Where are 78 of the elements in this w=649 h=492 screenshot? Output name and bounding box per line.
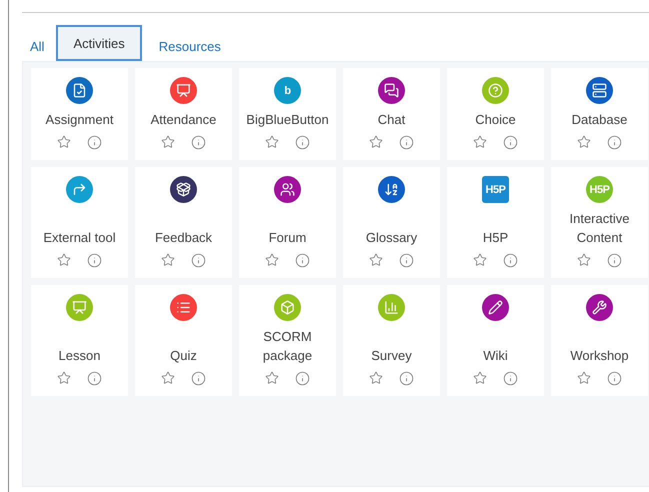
module-card[interactable]: Workshop bbox=[551, 285, 648, 396]
module-name: SCORM package bbox=[262, 328, 314, 365]
star-icon[interactable] bbox=[57, 135, 71, 150]
module-card[interactable]: Database bbox=[551, 68, 648, 160]
star-icon[interactable] bbox=[57, 371, 71, 386]
star-icon[interactable] bbox=[473, 253, 487, 268]
module-name: BigBlueButton bbox=[246, 111, 329, 129]
module-name: Quiz bbox=[170, 347, 197, 365]
module-name: Forum bbox=[268, 229, 306, 247]
tab[interactable]: Resources bbox=[142, 31, 238, 61]
info-icon[interactable] bbox=[295, 253, 310, 268]
module-name: Interactive Content bbox=[568, 210, 630, 247]
module-card[interactable]: Lesson bbox=[31, 285, 128, 396]
info-icon[interactable] bbox=[503, 135, 518, 150]
module-name: Attendance bbox=[150, 111, 216, 129]
module-card[interactable]: Feedback bbox=[135, 167, 232, 278]
star-icon[interactable] bbox=[265, 253, 279, 268]
info-icon[interactable] bbox=[295, 135, 310, 150]
info-icon[interactable] bbox=[399, 135, 414, 150]
module-name: Choice bbox=[475, 111, 516, 129]
module-card[interactable]: Attendance bbox=[135, 68, 232, 160]
module-name: Feedback bbox=[154, 229, 212, 247]
module-name: Lesson bbox=[58, 347, 100, 365]
info-icon[interactable] bbox=[87, 371, 102, 386]
star-icon[interactable] bbox=[161, 135, 175, 150]
module-name: Survey bbox=[371, 347, 412, 365]
module-card[interactable]: b BigBlueButton bbox=[239, 68, 336, 160]
star-icon[interactable] bbox=[265, 371, 279, 386]
star-icon[interactable] bbox=[369, 371, 383, 386]
module-card[interactable]: SCORM package bbox=[239, 285, 336, 396]
module-name: Assignment bbox=[46, 111, 114, 129]
info-icon[interactable] bbox=[607, 253, 622, 268]
star-icon[interactable] bbox=[369, 253, 383, 268]
star-icon[interactable] bbox=[369, 135, 383, 150]
logo-icon: H5P bbox=[482, 176, 509, 203]
star-icon[interactable] bbox=[57, 253, 71, 268]
module-card[interactable]: Wiki bbox=[447, 285, 544, 396]
tab[interactable]: Activities bbox=[56, 25, 142, 61]
info-icon[interactable] bbox=[399, 253, 414, 268]
module-name: Wiki bbox=[483, 347, 508, 365]
star-icon[interactable] bbox=[265, 135, 279, 150]
info-icon[interactable] bbox=[295, 371, 310, 386]
info-icon[interactable] bbox=[191, 371, 206, 386]
module-card[interactable]: Choice bbox=[447, 68, 544, 160]
module-card[interactable]: H5P H5P bbox=[447, 167, 544, 278]
module-name: Chat bbox=[378, 111, 406, 129]
star-icon[interactable] bbox=[577, 135, 591, 150]
info-icon[interactable] bbox=[503, 371, 518, 386]
module-card[interactable]: Quiz bbox=[135, 285, 232, 396]
module-name: External tool bbox=[43, 229, 116, 247]
info-icon[interactable] bbox=[87, 253, 102, 268]
logo-icon: b bbox=[274, 77, 301, 104]
module-card[interactable]: Glossary bbox=[343, 167, 440, 278]
star-icon[interactable] bbox=[473, 371, 487, 386]
module-card[interactable]: External tool bbox=[31, 167, 128, 278]
star-icon[interactable] bbox=[161, 253, 175, 268]
star-icon[interactable] bbox=[577, 371, 591, 386]
info-icon[interactable] bbox=[503, 253, 518, 268]
module-name: Glossary bbox=[366, 229, 418, 247]
module-name: Workshop bbox=[570, 347, 629, 365]
info-icon[interactable] bbox=[399, 371, 414, 386]
star-icon[interactable] bbox=[161, 371, 175, 386]
logo-icon: H5P bbox=[586, 176, 613, 203]
module-name: H5P bbox=[482, 229, 508, 247]
info-icon[interactable] bbox=[191, 253, 206, 268]
info-icon[interactable] bbox=[607, 371, 622, 386]
info-icon[interactable] bbox=[87, 135, 102, 150]
star-icon[interactable] bbox=[577, 253, 591, 268]
module-card[interactable]: Survey bbox=[343, 285, 440, 396]
module-name: Database bbox=[572, 111, 628, 129]
module-card[interactable]: Assignment bbox=[31, 68, 128, 160]
module-card[interactable]: H5P Interactive Content bbox=[551, 167, 648, 278]
info-icon[interactable] bbox=[607, 135, 622, 150]
info-icon[interactable] bbox=[191, 135, 206, 150]
star-icon[interactable] bbox=[473, 135, 487, 150]
module-card[interactable]: Forum bbox=[239, 167, 336, 278]
module-card[interactable]: Chat bbox=[343, 68, 440, 160]
tab[interactable]: All bbox=[22, 31, 56, 61]
